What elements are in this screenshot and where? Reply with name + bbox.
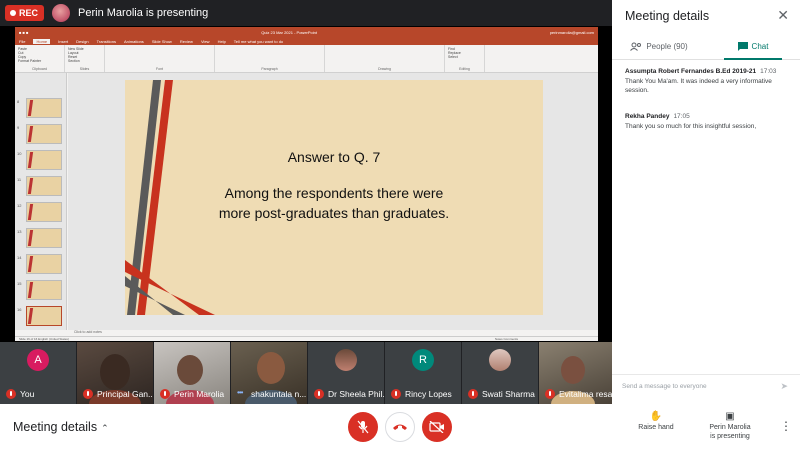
ribbon-font: Font	[105, 45, 215, 72]
camera-off-icon	[429, 421, 444, 433]
ppt-tab-view[interactable]: View	[201, 39, 210, 44]
slide-thumbnail[interactable]	[26, 280, 62, 300]
raise-hand-button[interactable]: ✋ Raise hand	[636, 412, 676, 432]
avatar	[489, 349, 511, 371]
participant-tile[interactable]: Swati Sharma	[462, 342, 538, 404]
tab-chat[interactable]: Chat	[706, 33, 800, 60]
chat-icon	[737, 41, 748, 51]
present-screen-icon: ▣	[725, 411, 735, 422]
participant-tile[interactable]: R Rincy Lopes	[385, 342, 461, 404]
meeting-details-button[interactable]: Meeting details ⌃	[13, 420, 109, 434]
ppt-tab-help[interactable]: Help	[218, 39, 226, 44]
ppt-tab-row: File Home Insert Design Transitions Anim…	[15, 37, 598, 45]
ribbon-drawing: Drawing	[325, 45, 445, 72]
mic-off-icon	[468, 389, 478, 399]
powerpoint-window: ■ ■ ■ Quiz 23 Mar 2021 - PowerPoint peri…	[15, 27, 598, 341]
ppt-tab-review[interactable]: Review	[180, 39, 193, 44]
participant-strip: A You Principal Gan... Perin Marolia •••…	[0, 342, 612, 404]
avatar: R	[412, 349, 434, 371]
slide-body-line-2: more post-graduates than graduates.	[218, 205, 450, 221]
bottom-control-bar: Meeting details ⌃ ✋ Raise hand ▣ Perin Ma…	[0, 404, 800, 450]
ppt-tab-insert[interactable]: Insert	[58, 39, 68, 44]
panel-title: Meeting details	[625, 9, 710, 23]
presenter-label: Perin Marolia is presenting	[78, 7, 209, 19]
select-button[interactable]: Select	[448, 55, 481, 59]
top-bar: REC Perin Marolia is presenting	[0, 0, 612, 26]
format-painter-button[interactable]: Format Painter	[18, 59, 61, 63]
more-options-icon[interactable]: ⋮	[780, 419, 792, 433]
participant-tile[interactable]: Dr Sheela Phil...	[308, 342, 384, 404]
slide-thumbnail[interactable]	[26, 202, 62, 222]
ribbon-slides: New Slide Layout Reset Section Slides	[65, 45, 105, 72]
chat-message: Assumpta Robert Fernandes B.Ed 2019-21 17…	[625, 68, 777, 94]
ppt-status-bar: Slide 16 of 16 English (United States) N…	[15, 336, 598, 341]
participant-tile[interactable]: Evitalima resa	[539, 342, 612, 404]
meeting-details-panel: Meeting details ✕ People (90) Chat Assum…	[612, 0, 800, 404]
slide-thumbnail[interactable]	[26, 98, 62, 118]
ppt-tab-home[interactable]: Home	[33, 38, 51, 44]
ppt-ribbon: Paste Cut Copy Format Painter Clipboard …	[15, 45, 598, 73]
ppt-tab-file[interactable]: File	[19, 39, 25, 44]
mic-off-icon	[6, 389, 16, 399]
camera-toggle-button[interactable]	[422, 412, 452, 442]
slide-body-line-1: Among the respondents there were	[224, 185, 444, 201]
ppt-tab-transitions[interactable]: Transitions	[97, 39, 116, 44]
close-icon[interactable]: ✕	[777, 7, 789, 24]
tab-people[interactable]: People (90)	[612, 33, 706, 59]
mic-off-icon	[83, 389, 93, 399]
hand-icon: ✋	[649, 411, 663, 422]
ribbon-clipboard: Paste Cut Copy Format Painter Clipboard	[15, 45, 65, 72]
slide-thumbnail[interactable]	[26, 124, 62, 144]
current-slide[interactable]: Answer to Q. 7 Among the respondents the…	[125, 80, 543, 315]
send-icon[interactable]: ➤	[780, 381, 788, 392]
chat-message: Rekha Pandey 17:05 Thank you so much for …	[625, 113, 757, 130]
leave-call-button[interactable]	[385, 412, 415, 442]
mic-off-icon	[160, 389, 170, 399]
record-dot-icon	[10, 10, 16, 16]
ppt-tab-animations[interactable]: Animations	[124, 39, 144, 44]
slide-editor: Answer to Q. 7 Among the respondents the…	[68, 73, 598, 330]
hang-up-icon	[393, 424, 407, 430]
section-button[interactable]: Section	[68, 59, 101, 63]
participant-tile[interactable]: A You	[0, 342, 76, 404]
participant-tile[interactable]: Perin Marolia	[154, 342, 230, 404]
shared-screen: ■ ■ ■ Quiz 23 Mar 2021 - PowerPoint peri…	[0, 26, 612, 342]
mic-off-icon	[391, 389, 401, 399]
participant-tile[interactable]: ••• shakuntala n...	[231, 342, 307, 404]
chevron-up-icon: ⌃	[101, 423, 109, 433]
participant-tile[interactable]: Principal Gan...	[77, 342, 153, 404]
ppt-titlebar: ■ ■ ■ Quiz 23 Mar 2021 - PowerPoint peri…	[15, 27, 598, 37]
ppt-tab-design[interactable]: Design	[76, 39, 88, 44]
people-icon	[630, 42, 642, 51]
ribbon-paragraph: Paragraph	[215, 45, 325, 72]
slide-thumbnail-pane: 8 9 10 11 12 13 14 15 16	[15, 73, 67, 330]
mic-toggle-button[interactable]	[348, 412, 378, 442]
avatar: A	[27, 349, 49, 371]
chat-input[interactable]: Send a message to everyone ➤	[612, 374, 800, 398]
mic-off-icon	[545, 389, 555, 399]
slide-thumbnail[interactable]	[26, 150, 62, 170]
presenter-avatar	[52, 4, 71, 22]
slide-thumbnail[interactable]	[26, 254, 62, 274]
avatar	[335, 349, 357, 371]
slide-thumbnail[interactable]	[26, 176, 62, 196]
ribbon-editing: Find Replace Select Editing	[445, 45, 485, 72]
slide-heading: Answer to Q. 7	[287, 149, 381, 165]
speaking-indicator-icon: •••	[237, 388, 243, 397]
ppt-tell-me[interactable]: Tell me what you want to do	[234, 39, 283, 44]
panel-tabs: People (90) Chat	[612, 33, 800, 60]
slide-thumbnail[interactable]	[26, 228, 62, 248]
presenting-button[interactable]: ▣ Perin Marolia is presenting	[702, 412, 758, 441]
mic-off-icon	[314, 389, 324, 399]
mic-off-icon	[357, 420, 369, 434]
ppt-tab-slideshow[interactable]: Slide Show	[152, 39, 172, 44]
slide-thumbnail-selected[interactable]	[26, 306, 62, 326]
recording-badge: REC	[5, 5, 45, 21]
